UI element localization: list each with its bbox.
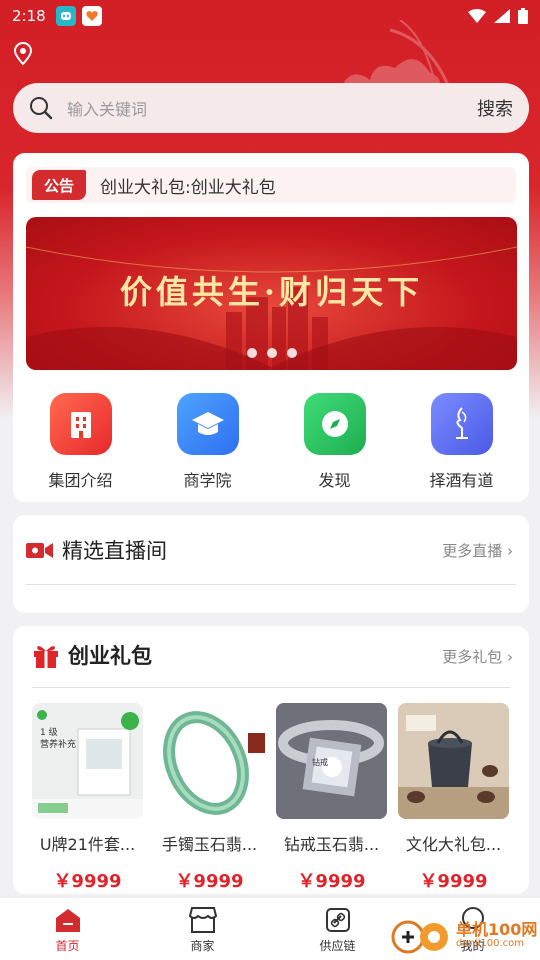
product-name: 文化大礼包...: [405, 835, 502, 854]
nav-supply-chain[interactable]: 供应链: [270, 898, 405, 960]
search-bar[interactable]: 输入关键词 搜索: [13, 83, 529, 133]
watermark-text-block: 单机100网 danji100.com: [456, 919, 538, 949]
banner-slogan: 价值共生·财归天下: [119, 273, 424, 311]
nav-merchant[interactable]: 商家: [135, 898, 270, 960]
graduation-cap-icon: [176, 393, 239, 455]
product-image: 1 级 营养补充: [32, 703, 143, 819]
banner-dot[interactable]: [286, 348, 297, 358]
gift-section: 创业礼包 更多礼包 › 1 级 营养补充 U牌21件套... ￥9999 手镯玉…: [13, 626, 529, 894]
more-live-label: 更多直播: [442, 542, 503, 560]
quick-links: 集团介绍 商学院 发现 择酒有道: [13, 393, 529, 491]
banner-dot[interactable]: [266, 348, 277, 358]
search-input[interactable]: 输入关键词: [67, 96, 477, 120]
product-card[interactable]: 文化大礼包... ￥9999: [398, 703, 509, 893]
notice-bar[interactable]: 公告 创业大礼包:创业大礼包: [26, 167, 516, 203]
product-image: 钻戒: [276, 703, 387, 819]
notice-text[interactable]: 创业大礼包:创业大礼包: [100, 173, 276, 198]
svg-text:营养补充: 营养补充: [40, 738, 76, 750]
quick-link-wine[interactable]: 择酒有道: [402, 393, 522, 491]
product-card[interactable]: 1 级 营养补充 U牌21件套... ￥9999: [32, 703, 143, 893]
quick-link-discover[interactable]: 发现: [275, 393, 395, 491]
status-indicators: [468, 8, 528, 24]
location-pin-icon[interactable]: [12, 42, 34, 66]
quick-link-label: 商学院: [183, 471, 232, 490]
live-section-title: 精选直播间: [62, 539, 167, 563]
more-live-link[interactable]: 更多直播 ›: [442, 540, 513, 561]
notice-badge: 公告: [32, 170, 87, 200]
product-price: ￥9999: [175, 871, 244, 892]
quick-link-group-intro[interactable]: 集团介绍: [21, 393, 141, 491]
more-gifts-label: 更多礼包: [442, 648, 503, 666]
battery-icon: [518, 8, 528, 24]
video-camera-icon: [26, 543, 53, 558]
home-icon: [55, 909, 80, 932]
quick-link-label: 择酒有道: [429, 471, 494, 490]
building-icon: [49, 393, 112, 455]
product-price: ￥9999: [53, 871, 122, 892]
notification-app-icon: [81, 6, 102, 26]
link-icon: [325, 908, 350, 932]
banner-dot[interactable]: [246, 348, 257, 358]
live-section-header: 精选直播间: [26, 535, 167, 565]
product-name: 钻戒玉石翡...: [283, 835, 380, 854]
gift-icon: [34, 646, 58, 668]
svg-text:钻戒: 钻戒: [312, 757, 328, 767]
watermark-text: 单机100网: [456, 919, 538, 939]
live-section: 精选直播间 更多直播 ›: [13, 515, 529, 613]
gift-section-header: 创业礼包: [32, 640, 152, 670]
product-price: ￥9999: [297, 871, 366, 892]
site-watermark: 单机100网 danji100.com: [390, 915, 537, 955]
wine-logo-icon: [430, 393, 493, 455]
divider: [32, 687, 510, 688]
product-image: [398, 703, 509, 819]
search-icon: [30, 97, 53, 120]
wifi-icon: [468, 9, 486, 23]
search-button[interactable]: 搜索: [477, 95, 513, 121]
store-icon: [188, 907, 217, 933]
quick-link-label: 发现: [318, 471, 351, 490]
home-main-card: 公告 创业大礼包:创业大礼包 价值共生·财归天下 集团介绍 商学院 发现 择酒有…: [13, 153, 529, 502]
promo-banner[interactable]: 价值共生·财归天下: [26, 217, 517, 370]
gift-section-title: 创业礼包: [68, 644, 152, 668]
svg-text:1 级: 1 级: [40, 726, 58, 738]
more-gifts-link[interactable]: 更多礼包 ›: [442, 646, 513, 667]
banner-pagination: [26, 348, 517, 358]
product-image: [154, 703, 265, 819]
quick-link-label: 集团介绍: [48, 471, 113, 490]
compass-icon: [303, 393, 366, 455]
status-bar: 2:18: [0, 0, 540, 32]
watermark-sub: danji100.com: [456, 937, 524, 949]
watermark-logo-icon: [391, 920, 448, 954]
quick-link-academy[interactable]: 商学院: [148, 393, 268, 491]
product-name: U牌21件套...: [39, 835, 136, 854]
signal-icon: [494, 9, 510, 23]
nav-label: 供应链: [319, 939, 356, 953]
status-time: 2:18: [12, 7, 46, 25]
product-card[interactable]: 钻戒 钻戒玉石翡... ￥9999: [276, 703, 387, 893]
nav-label: 首页: [55, 939, 80, 953]
product-price: ￥9999: [419, 871, 488, 892]
nav-home[interactable]: 首页: [0, 898, 135, 960]
nav-label: 商家: [190, 939, 215, 953]
product-card[interactable]: 手镯玉石翡... ￥9999: [154, 703, 265, 893]
product-list: 1 级 营养补充 U牌21件套... ￥9999 手镯玉石翡... ￥9999 …: [32, 703, 509, 893]
product-name: 手镯玉石翡...: [161, 835, 258, 854]
divider: [26, 584, 516, 585]
notification-app-icon: [55, 6, 76, 26]
